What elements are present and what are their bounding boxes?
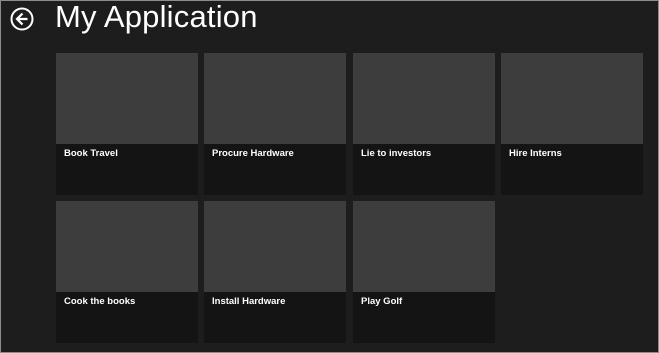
tile-label: Play Golf	[361, 296, 403, 307]
tile-procure-hardware[interactable]: Procure Hardware	[204, 53, 346, 195]
tile-label: Lie to investors	[361, 148, 432, 159]
tile-image	[353, 53, 495, 144]
tile-book-travel[interactable]: Book Travel	[56, 53, 198, 195]
tile-image	[501, 53, 643, 144]
tile-label: Book Travel	[64, 148, 118, 159]
tile-label: Hire Interns	[509, 148, 562, 159]
tile-image	[353, 201, 495, 292]
tile-grid: Book Travel Procure Hardware Lie to inve…	[56, 53, 646, 345]
tile-image	[204, 53, 346, 144]
tile-label: Procure Hardware	[212, 148, 294, 159]
tile-install-hardware[interactable]: Install Hardware	[204, 201, 346, 343]
back-button[interactable]	[10, 7, 34, 31]
page-title: My Application	[55, 0, 258, 34]
tile-cook-the-books[interactable]: Cook the books	[56, 201, 198, 343]
tile-image	[56, 201, 198, 292]
tile-play-golf[interactable]: Play Golf	[353, 201, 495, 343]
app-window: My Application Book Travel Procure Hardw…	[0, 0, 659, 353]
tile-image	[56, 53, 198, 144]
back-arrow-icon	[10, 7, 34, 31]
tile-hire-interns[interactable]: Hire Interns	[501, 53, 643, 195]
tile-label: Cook the books	[64, 296, 136, 307]
tile-label: Install Hardware	[212, 296, 286, 307]
tile-image	[204, 201, 346, 292]
tile-lie-to-investors[interactable]: Lie to investors	[353, 53, 495, 195]
